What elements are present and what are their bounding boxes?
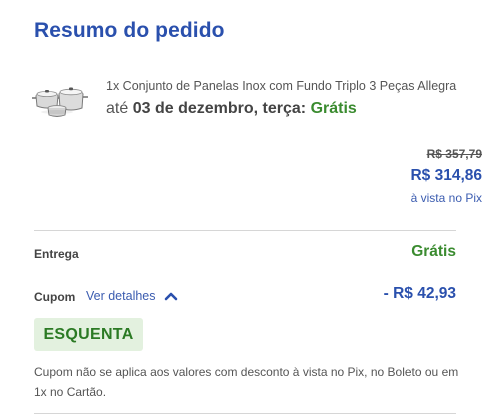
delivery-cost: Grátis	[310, 100, 357, 117]
delivery-date: 03 de dezembro, terça:	[132, 100, 307, 117]
price-block: R$ 357,79 R$ 314,86 à vista no Pix	[410, 147, 482, 205]
coupon-label: Cupom	[34, 290, 76, 304]
cookware-set-icon	[32, 87, 88, 117]
old-price: R$ 357,79	[426, 147, 482, 161]
delivery-prefix: até	[106, 100, 129, 117]
coupon-details-toggle[interactable]: Ver detalhes	[86, 289, 178, 303]
pix-price: R$ 314,86	[410, 167, 482, 184]
delivery-estimate: até 03 de dezembro, terça: Grátis	[106, 100, 357, 118]
coupon-discount: - R$ 42,93	[383, 285, 456, 302]
divider	[34, 230, 456, 231]
page-title: Resumo do pedido	[34, 19, 225, 42]
shipping-value: Grátis	[411, 243, 456, 260]
coupon-details-link[interactable]: Ver detalhes	[86, 289, 156, 303]
product-image	[30, 74, 90, 122]
order-summary-panel: Resumo do pedido 1x Conjunto de Panelas …	[0, 0, 500, 419]
coupon-code-badge: ESQUENTA	[34, 318, 143, 351]
coupon-disclaimer: Cupom não se aplica aos valores com desc…	[34, 365, 459, 399]
pix-note: à vista no Pix	[410, 191, 482, 205]
divider	[34, 413, 456, 414]
shipping-label: Entrega	[34, 247, 79, 261]
product-name: 1x Conjunto de Panelas Inox com Fundo Tr…	[106, 79, 457, 93]
chevron-up-icon[interactable]	[164, 291, 178, 301]
